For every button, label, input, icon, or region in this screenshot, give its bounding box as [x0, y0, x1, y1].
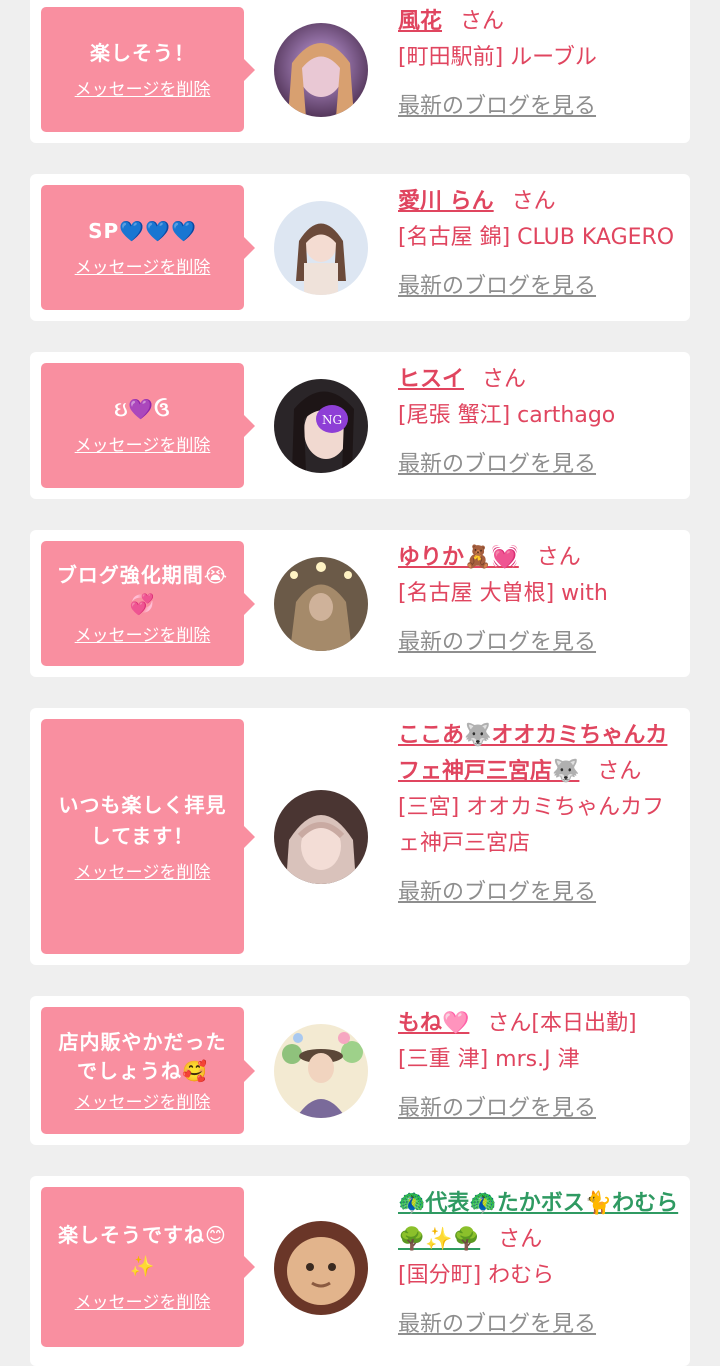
- message-bubble: 楽しそう！ メッセージを削除: [41, 7, 255, 132]
- honorific: さん: [597, 759, 642, 784]
- avatar[interactable]: [274, 557, 368, 651]
- cast-info: もね🩷 さん[本日出勤] [三重 津] mrs.J 津 最新のブログを見る: [398, 1006, 683, 1122]
- avatar[interactable]: [274, 790, 368, 884]
- latest-blog-link[interactable]: 最新のブログを見る: [398, 446, 596, 478]
- message-text: いつも楽しく拝見してます！: [58, 792, 227, 848]
- delete-message-link[interactable]: メッセージを削除: [75, 1092, 211, 1114]
- message-text: 店内販やかだったでしょうね🥰: [58, 1029, 227, 1083]
- latest-blog-link[interactable]: 最新のブログを見る: [398, 268, 596, 300]
- message-card: いつも楽しく拝見してます！ メッセージを削除 ここあ🐺オオカミちゃんカフェ神戸三…: [30, 708, 690, 965]
- delete-message-link[interactable]: メッセージを削除: [75, 625, 211, 647]
- honorific: さん: [498, 1227, 543, 1252]
- cast-info: ゆりか🧸💓 さん [名古屋 大曽根] with 最新のブログを見る: [398, 540, 683, 656]
- cast-name-link[interactable]: 愛川 らん: [398, 189, 494, 214]
- message-text: ઇ💜ઉ: [114, 397, 171, 421]
- svg-text:NG: NG: [322, 413, 342, 427]
- latest-blog-link[interactable]: 最新のブログを見る: [398, 1306, 596, 1338]
- cast-info: 風花 さん [町田駅前] ルーブル 最新のブログを見る: [398, 4, 683, 120]
- message-card: SP💙💙💙 メッセージを削除 愛川 らん さん [名古屋 錦] CLUB KAGE…: [30, 174, 690, 321]
- cast-info: 愛川 らん さん [名古屋 錦] CLUB KAGERO 最新のブログを見る: [398, 184, 683, 300]
- delete-message-link[interactable]: メッセージを削除: [75, 257, 211, 279]
- honorific: さん: [482, 367, 527, 392]
- latest-blog-link[interactable]: 最新のブログを見る: [398, 624, 596, 656]
- cast-info: ここあ🐺オオカミちゃんカフェ神戸三宮店🐺 さん [三宮] オオカミちゃんカフェ神戸…: [398, 718, 683, 906]
- message-card: ઇ💜ઉ メッセージを削除 NG ヒスイ さん [尾張 蟹江] carthago 最…: [30, 352, 690, 499]
- avatar[interactable]: [274, 1221, 368, 1315]
- shop-name: [国分町] わむら: [398, 1263, 555, 1288]
- honorific: さん: [487, 1011, 532, 1036]
- shop-name: [名古屋 錦] CLUB KAGERO: [398, 225, 675, 250]
- message-card: 店内販やかだったでしょうね🥰 メッセージを削除 もね🩷 さん[本日出勤] [三重 …: [30, 996, 690, 1145]
- cast-name-link[interactable]: ゆりか🧸💓: [398, 545, 519, 570]
- attendance-status: [本日出勤]: [531, 1011, 637, 1036]
- latest-blog-link[interactable]: 最新のブログを見る: [398, 1090, 596, 1122]
- delete-message-link[interactable]: メッセージを削除: [75, 1292, 211, 1314]
- shop-name: [尾張 蟹江] carthago: [398, 403, 616, 428]
- message-bubble: 楽しそうですね😊✨ メッセージを削除: [41, 1187, 255, 1347]
- honorific: さん: [511, 189, 556, 214]
- cast-name-link[interactable]: 風花: [398, 9, 442, 34]
- shop-name: [三重 津] mrs.J 津: [398, 1047, 580, 1072]
- honorific: さん: [536, 545, 581, 570]
- message-text: 楽しそうですね😊✨: [58, 1223, 227, 1278]
- delete-message-link[interactable]: メッセージを削除: [75, 862, 211, 884]
- shop-name: [町田駅前] ルーブル: [398, 45, 597, 70]
- cast-info: 🦚代表🦚たかボス🐈わむら🌳✨🌳 さん [国分町] わむら 最新のブログを見る: [398, 1186, 683, 1338]
- message-text: 楽しそう！: [90, 41, 195, 65]
- avatar[interactable]: NG: [274, 379, 368, 473]
- message-bubble: ઇ💜ઉ メッセージを削除: [41, 363, 255, 488]
- message-bubble: SP💙💙💙 メッセージを削除: [41, 185, 255, 310]
- delete-message-link[interactable]: メッセージを削除: [75, 79, 211, 101]
- cast-info: ヒスイ さん [尾張 蟹江] carthago 最新のブログを見る: [398, 362, 683, 478]
- delete-message-link[interactable]: メッセージを削除: [75, 435, 211, 457]
- shop-name: [名古屋 大曽根] with: [398, 581, 608, 606]
- latest-blog-link[interactable]: 最新のブログを見る: [398, 874, 596, 906]
- message-card: 楽しそうですね😊✨ メッセージを削除 🦚代表🦚たかボス🐈わむら🌳✨🌳 さん [国分…: [30, 1176, 690, 1366]
- cast-name-link[interactable]: もね🩷: [398, 1011, 469, 1036]
- avatar[interactable]: [274, 201, 368, 295]
- avatar[interactable]: [274, 23, 368, 117]
- message-card: 楽しそう！ メッセージを削除 風花 さん [町田駅前] ルーブル 最新のブログを見…: [30, 0, 690, 143]
- message-text: SP💙💙💙: [88, 219, 197, 243]
- avatar[interactable]: [274, 1024, 368, 1118]
- message-bubble: ブログ強化期間😭💞 メッセージを削除: [41, 541, 255, 666]
- latest-blog-link[interactable]: 最新のブログを見る: [398, 88, 596, 120]
- honorific: さん: [460, 9, 505, 34]
- cast-name-link[interactable]: ヒスイ: [398, 367, 464, 392]
- message-card: ブログ強化期間😭💞 メッセージを削除 ゆりか🧸💓 さん [名古屋 大曽根] wit…: [30, 530, 690, 677]
- message-bubble: 店内販やかだったでしょうね🥰 メッセージを削除: [41, 1007, 255, 1134]
- message-bubble: いつも楽しく拝見してます！ メッセージを削除: [41, 719, 255, 954]
- shop-name: [三宮] オオカミちゃんカフェ神戸三宮店: [398, 795, 665, 856]
- message-text: ブログ強化期間😭💞: [56, 562, 229, 616]
